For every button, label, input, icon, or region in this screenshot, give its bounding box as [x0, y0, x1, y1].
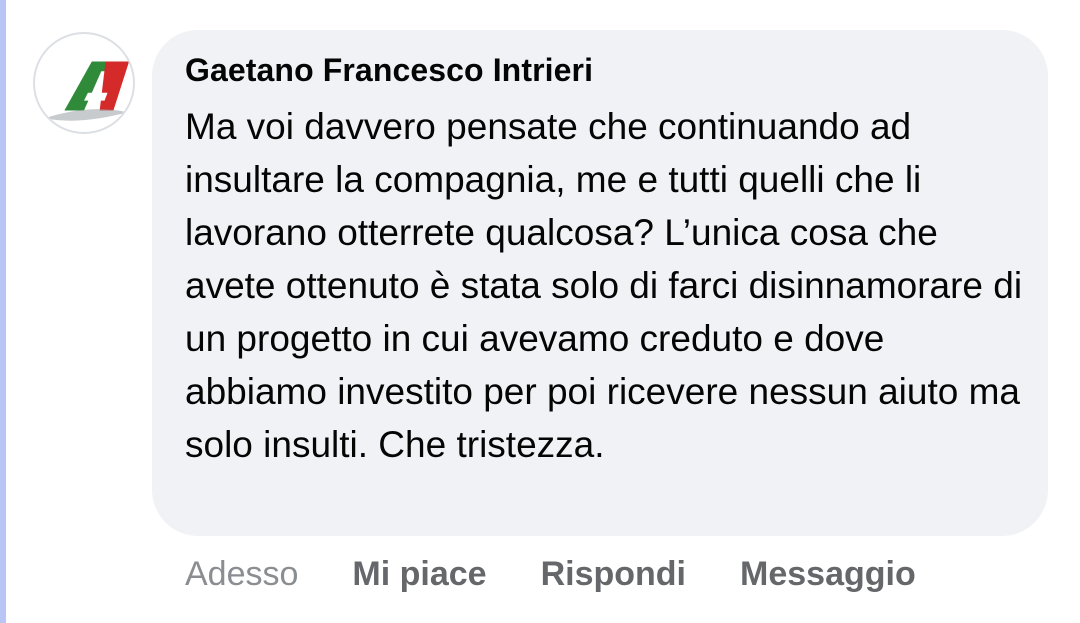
message-button[interactable]: Messaggio: [740, 555, 916, 594]
comment-actions: Adesso Mi piace Rispondi Messaggio: [185, 550, 916, 598]
comment-author[interactable]: Gaetano Francesco Intrieri: [185, 52, 593, 89]
comment-timestamp: Adesso: [185, 554, 299, 593]
reply-button[interactable]: Rispondi: [541, 555, 686, 594]
airline-logo-icon: [44, 61, 130, 121]
avatar[interactable]: [33, 32, 135, 134]
thread-line: [0, 0, 6, 623]
comment-text: Ma voi davvero pensate che continuando a…: [185, 106, 1023, 465]
like-button[interactable]: Mi piace: [352, 555, 486, 594]
